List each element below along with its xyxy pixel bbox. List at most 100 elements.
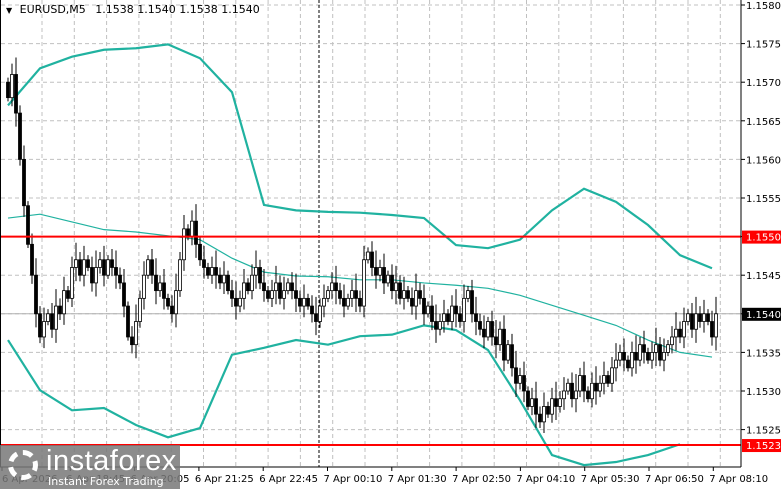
candle-bullish [326, 290, 330, 299]
candle-bearish [278, 282, 282, 299]
candle-bullish [190, 220, 194, 238]
candle-bearish [458, 313, 462, 322]
candle-bearish [710, 321, 714, 338]
candle-bullish [630, 351, 634, 369]
candle-bearish [126, 305, 130, 338]
candle-bearish [194, 220, 198, 245]
candle-bullish [46, 313, 50, 322]
candle-bullish [386, 274, 390, 284]
logo-name: instaforex [46, 445, 177, 477]
candle-bullish [438, 321, 442, 330]
candle-bearish [246, 282, 250, 292]
candle-bearish [102, 259, 106, 276]
candle-bullish [486, 321, 490, 338]
candle-bearish [218, 274, 222, 284]
candle-bullish [394, 282, 398, 292]
x-tick-label: 7 Apr 05:30 [581, 474, 640, 485]
bollinger-upper-band [7, 43, 713, 270]
candle-bullish [542, 406, 546, 423]
candle-bearish [26, 205, 30, 245]
candle-bullish [714, 313, 718, 338]
y-tick-label: 1.1545 [746, 271, 781, 282]
candle-bearish [90, 267, 94, 284]
candle-bullish [610, 367, 614, 384]
candle-bearish [334, 282, 338, 292]
candle-bearish [510, 344, 514, 369]
candle-bullish [654, 344, 658, 353]
candle-bullish [286, 282, 290, 292]
candle-bearish [698, 313, 702, 322]
candle-bearish [410, 297, 414, 307]
symbol-label: EURUSD,M5 [19, 3, 86, 16]
candle-bullish [566, 382, 570, 392]
candle-bearish [454, 305, 458, 315]
candle-bullish [530, 398, 534, 407]
candle-bearish [474, 313, 478, 322]
candle-bullish [506, 344, 510, 361]
candle-bullish [146, 259, 150, 276]
candle-bullish [62, 290, 66, 315]
candle-bullish [666, 344, 670, 353]
candle-bearish [546, 406, 550, 415]
x-tick-label: 7 Apr 02:50 [452, 474, 511, 485]
candle-bearish [154, 274, 158, 292]
candle-bullish [302, 297, 306, 307]
y-tick-label: 1.1580 [746, 1, 781, 12]
candle-bullish [254, 267, 258, 276]
candle-bearish [418, 290, 422, 299]
candle-bearish [30, 243, 34, 276]
candle-bullish [598, 382, 602, 392]
candle-bullish [662, 351, 666, 361]
candle-bullish [42, 321, 46, 338]
dropdown-arrow-icon[interactable]: ▼ [6, 6, 12, 15]
candle-bullish [426, 305, 430, 315]
candle-bullish [158, 282, 162, 292]
candle-bearish [234, 297, 238, 307]
candle-bullish [670, 336, 674, 346]
candle-bullish [274, 282, 278, 292]
candle-bearish [50, 313, 54, 330]
y-tick-label: 1.1555 [746, 194, 781, 205]
x-tick-label: 7 Apr 04:10 [516, 474, 575, 485]
candle-bullish [10, 74, 14, 99]
price-chart[interactable]: 1.1580 1.1575 1.1570 1.1565 1.1560 1.1555 1.15… [0, 0, 781, 489]
candle-bearish [162, 282, 166, 299]
candle-bearish [130, 336, 134, 346]
candle-bearish [398, 282, 402, 299]
candle-bearish [354, 290, 358, 299]
candle-bullish [462, 297, 466, 322]
candle-bullish [378, 267, 382, 276]
candle-bearish [690, 313, 694, 330]
candle-bearish [122, 282, 126, 307]
x-tick-label: 7 Apr 01:30 [388, 474, 447, 485]
candle-bearish [226, 274, 230, 292]
candle-bearish [150, 259, 154, 276]
candle-bearish [514, 367, 518, 384]
chart-title: ▼ EURUSD,M5 1.1538 1.1540 1.1538 1.1540 [6, 3, 260, 16]
candle-bearish [342, 297, 346, 307]
candle-bearish [534, 398, 538, 415]
y-tick-label: 1.1525 [746, 426, 781, 437]
level-price-label: 1.1523 [746, 441, 781, 452]
current-price-label: 1.1540 [746, 310, 781, 321]
y-tick-label: 1.1535 [746, 348, 781, 359]
candle-bearish [622, 351, 626, 361]
x-tick-label: 7 Apr 08:10 [709, 474, 768, 485]
candle-bullish [282, 290, 286, 299]
candle-bullish [362, 259, 366, 307]
chart-window: 1.1580 1.1575 1.1570 1.1565 1.1560 1.1555 1.15… [0, 0, 781, 489]
candle-bullish [638, 344, 642, 361]
candle-bullish [466, 290, 470, 299]
candle-bearish [118, 274, 122, 284]
candle-bearish [14, 74, 18, 114]
candle-bearish [522, 375, 526, 392]
candle-bearish [406, 290, 410, 299]
candle-bullish [270, 290, 274, 299]
candle-bearish [374, 267, 378, 276]
candle-bearish [678, 328, 682, 338]
candle-bullish [250, 274, 254, 292]
candle-bullish [366, 251, 370, 261]
candle-bearish [78, 259, 82, 276]
candle-bearish [430, 305, 434, 322]
candle-bullish [550, 398, 554, 415]
